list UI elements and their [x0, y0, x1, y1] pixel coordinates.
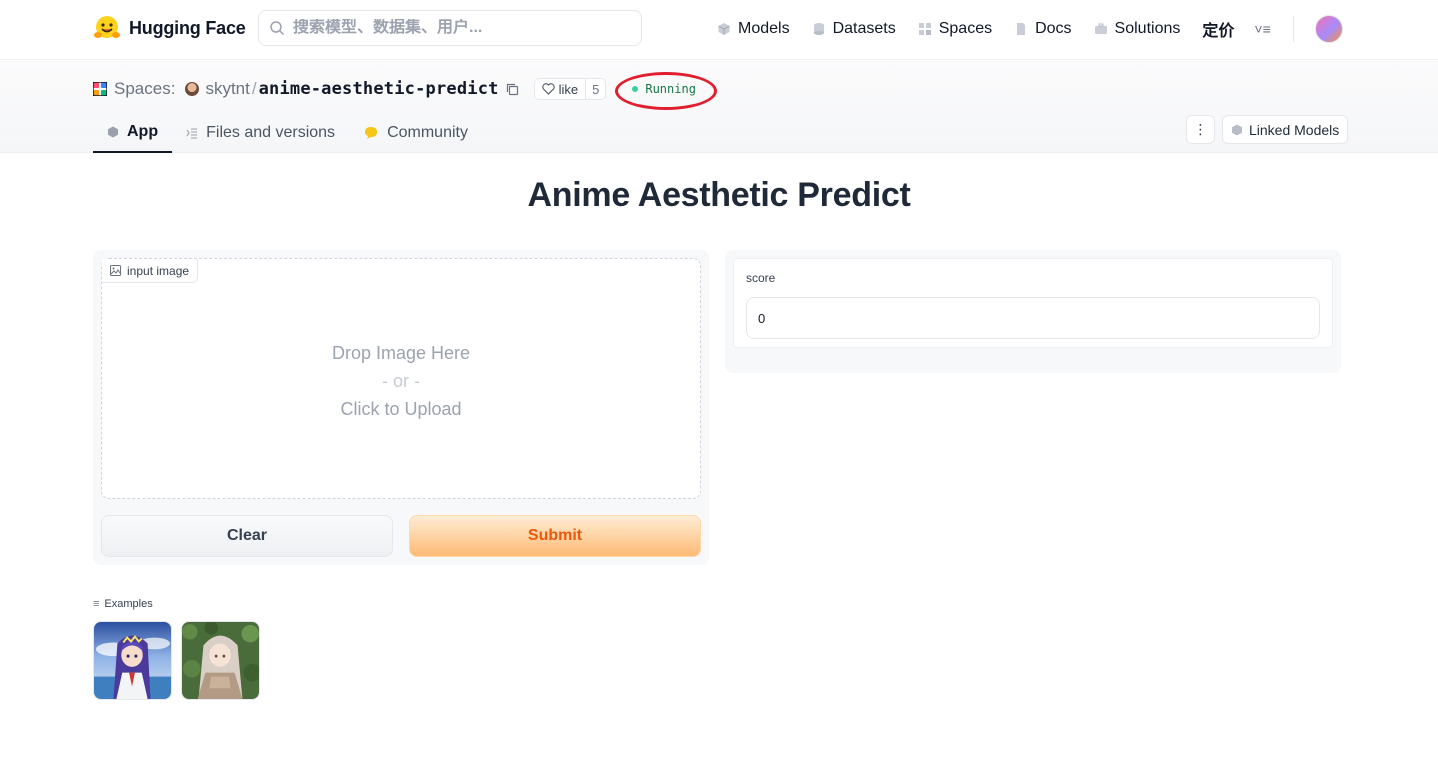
nav-solutions[interactable]: Solutions	[1094, 20, 1181, 38]
input-panel: input image Drop Image Here - or - Click…	[93, 250, 709, 565]
highlight-circle	[615, 72, 718, 110]
space-header: Spaces: skytnt / anime-aesthetic-predict…	[0, 61, 1438, 153]
input-image-label: input image	[102, 259, 199, 283]
examples-text: Examples	[104, 598, 153, 610]
nav-datasets-label: Datasets	[832, 20, 896, 37]
kebab-icon: ⋮	[1193, 121, 1208, 137]
space-tabs: App Files and versions Community	[93, 113, 482, 153]
image-icon	[110, 265, 121, 276]
owner-avatar	[185, 82, 200, 96]
more-options-button[interactable]: ⋮	[1186, 115, 1215, 144]
submit-button[interactable]: Submit	[409, 515, 701, 557]
nav-docs[interactable]: Docs	[1014, 20, 1072, 38]
dropzone-instructions: Drop Image Here - or - Click to Upload	[102, 339, 700, 423]
nav-links: Models Datasets Spaces Docs Solutions 定价…	[717, 0, 1271, 58]
files-icon	[186, 128, 198, 139]
search-box[interactable]	[258, 10, 642, 46]
score-field[interactable]: 0	[746, 297, 1320, 339]
briefcase-icon	[1094, 23, 1107, 34]
example-image-2[interactable]	[181, 621, 260, 700]
brand-link[interactable]: Hugging Face	[93, 14, 246, 42]
top-navigation: Hugging Face Models Datasets Spaces Docs…	[0, 0, 1438, 60]
drop-image-text: Drop Image Here	[331, 343, 471, 363]
app-title: Anime Aesthetic Predict	[527, 176, 911, 214]
database-icon	[813, 23, 824, 35]
nav-docs-label: Docs	[1035, 20, 1072, 37]
tab-app-label: App	[127, 123, 159, 140]
breadcrumb-owner[interactable]: skytnt	[205, 79, 249, 99]
input-image-text: input image	[127, 263, 190, 278]
copy-icon[interactable]	[505, 82, 520, 97]
example-image-1[interactable]	[93, 621, 172, 700]
nav-more-menu[interactable]: ˅≡	[1254, 21, 1270, 37]
tab-app[interactable]: App	[93, 113, 173, 153]
image-dropzone[interactable]: input image Drop Image Here - or - Click…	[101, 258, 701, 499]
like-action[interactable]: like	[535, 79, 587, 99]
examples-label: ≡ Examples	[93, 598, 153, 610]
or-text: - or -	[382, 371, 420, 391]
list-icon: ≡	[93, 598, 100, 610]
nav-spaces-label: Spaces	[938, 20, 993, 37]
nav-models-label: Models	[738, 20, 790, 37]
nav-solutions-label: Solutions	[1114, 20, 1181, 37]
linked-models-label: Linked Models	[1249, 121, 1340, 138]
score-label: score	[746, 271, 776, 285]
nav-pricing[interactable]: 定价	[1202, 17, 1234, 41]
linked-models-button[interactable]: Linked Models	[1222, 115, 1349, 144]
nav-models[interactable]: Models	[717, 20, 790, 38]
menu-icon: ˅≡	[1254, 21, 1271, 37]
nav-divider	[1293, 16, 1294, 42]
spaces-icon	[93, 82, 107, 96]
output-panel: score 0	[725, 250, 1341, 373]
cube-icon	[1232, 124, 1242, 135]
cube-icon	[108, 126, 118, 138]
tab-files-label: Files and versions	[206, 124, 336, 141]
nav-spaces[interactable]: Spaces	[918, 20, 992, 38]
tab-community-label: Community	[387, 124, 468, 141]
heart-icon	[541, 83, 555, 95]
breadcrumb-separator: /	[251, 79, 257, 98]
breadcrumb-repo[interactable]: anime-aesthetic-predict	[259, 79, 499, 99]
like-button[interactable]: like 5	[533, 78, 607, 100]
search-input[interactable]	[293, 19, 623, 37]
nav-datasets[interactable]: Datasets	[812, 20, 896, 38]
clear-button[interactable]: Clear	[101, 515, 393, 557]
like-label: like	[558, 81, 579, 97]
grid-icon	[918, 23, 931, 35]
click-upload-text: Click to Upload	[340, 399, 462, 419]
cube-icon	[718, 23, 730, 35]
breadcrumb: Spaces: skytnt / anime-aesthetic-predict…	[93, 72, 718, 110]
user-avatar[interactable]	[1315, 15, 1343, 43]
brand-name: Hugging Face	[129, 17, 246, 38]
tab-files[interactable]: Files and versions	[172, 113, 349, 153]
score-output: score 0	[733, 258, 1333, 348]
hugging-face-logo-icon	[94, 16, 120, 38]
search-icon	[270, 21, 285, 36]
like-count[interactable]: 5	[586, 82, 605, 97]
community-icon	[365, 127, 378, 139]
tab-community[interactable]: Community	[349, 113, 482, 153]
breadcrumb-spaces[interactable]: Spaces:	[114, 79, 175, 99]
status-badge[interactable]: Running	[615, 72, 718, 110]
doc-icon	[1017, 23, 1026, 35]
